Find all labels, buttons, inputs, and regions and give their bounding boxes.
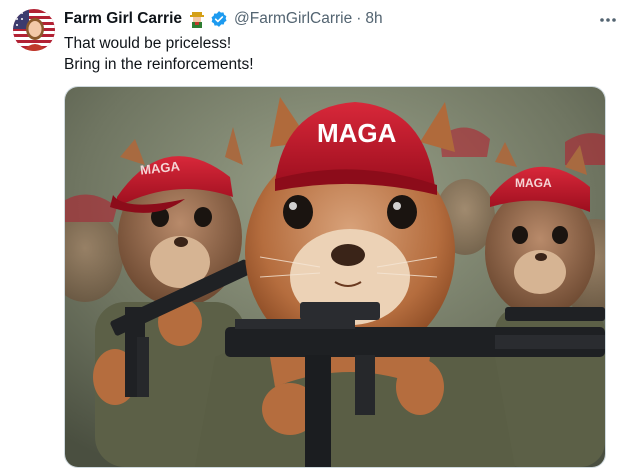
timestamp[interactable]: 8h [365,10,382,28]
user-handle[interactable]: @FarmGirlCarrie [234,10,352,28]
more-dots-icon[interactable] [596,10,620,30]
avatar[interactable] [13,9,55,51]
display-name[interactable]: Farm Girl Carrie [64,10,182,28]
tweet-text-line-1: That would be priceless! [64,35,232,52]
tweet-header: Farm Girl Carrie @FarmGirlCarrie · 8h [64,9,620,29]
cap-text: MAGA [317,118,397,148]
svg-text:MAGA: MAGA [515,176,552,190]
farmer-emoji-icon [188,10,206,28]
tweet-text: That would be priceless! Bring in the re… [64,33,604,75]
tweet-media-image[interactable]: MAGA MAGA MAGA [64,86,606,468]
tweet-text-line-2: Bring in the reinforcements! [64,56,254,73]
verified-badge-icon[interactable] [210,10,228,28]
separator-dot: · [356,10,362,27]
